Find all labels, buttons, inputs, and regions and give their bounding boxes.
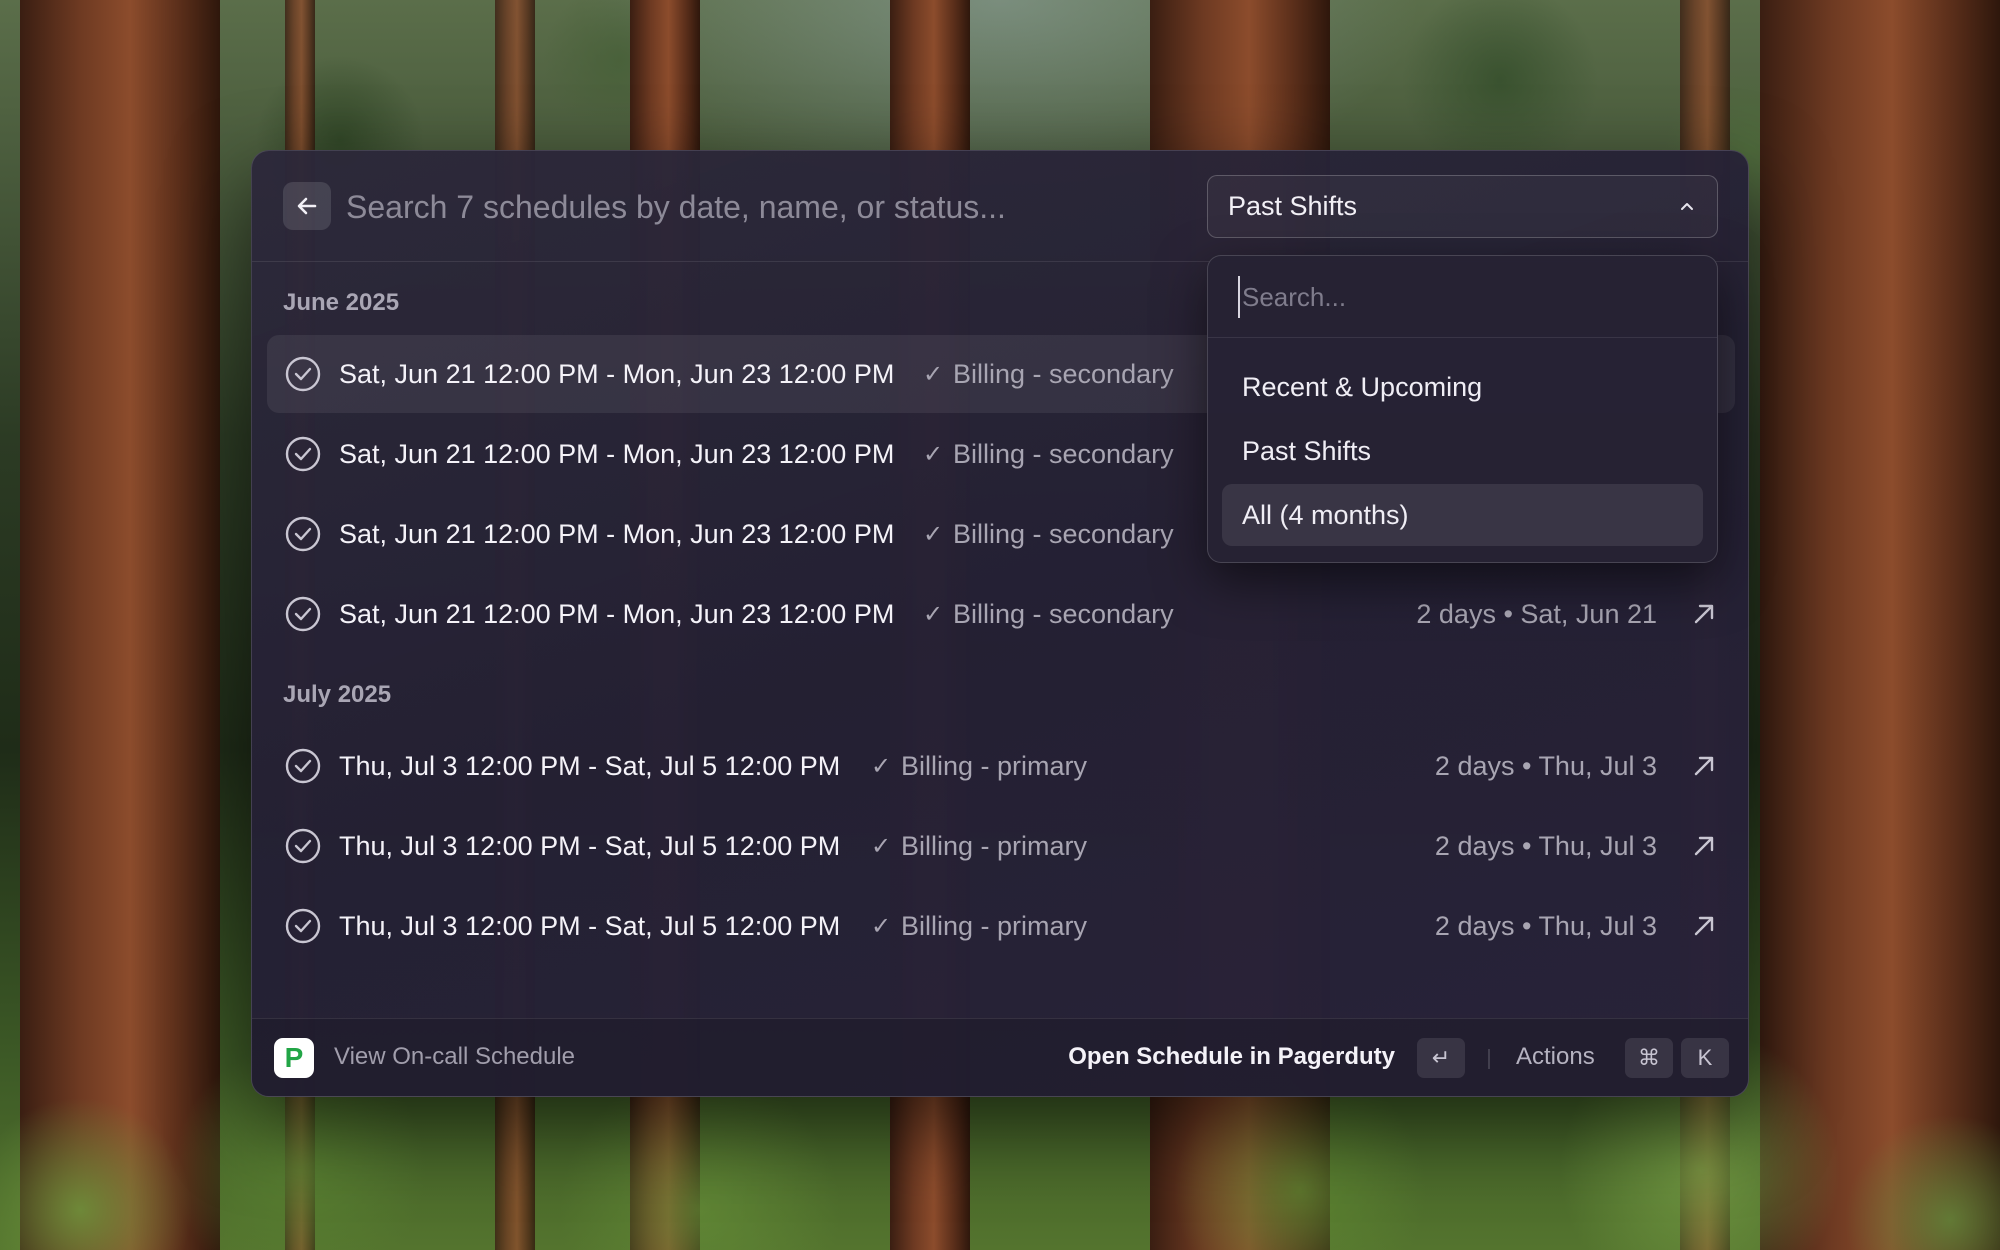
filter-menu-search: [1208, 256, 1717, 338]
arrow-left-icon: [297, 197, 317, 215]
arrow-up-right-icon[interactable]: [1689, 911, 1719, 941]
shift-date-range: Thu, Jul 3 12:00 PM - Sat, Jul 5 12:00 P…: [339, 750, 841, 781]
schedule-search-input[interactable]: [346, 179, 1066, 235]
command-key-icon: ⌘: [1625, 1038, 1673, 1078]
shift-duration: 2 days • Sat, Jun 21: [1416, 598, 1657, 629]
footer-divider: [1488, 1049, 1490, 1069]
check-circle-icon: [285, 908, 321, 944]
schedule-name: Billing - secondary: [953, 518, 1174, 549]
filter-search-input[interactable]: [1238, 276, 1688, 318]
section-title-june: June 2025: [283, 289, 400, 316]
status-check-icon: ✓: [923, 360, 944, 388]
filter-option-past-shifts[interactable]: Past Shifts: [1222, 420, 1703, 482]
shift-filter-dropdown[interactable]: Past Shifts: [1207, 175, 1718, 238]
schedule-row[interactable]: Thu, Jul 3 12:00 PM - Sat, Jul 5 12:00 P…: [267, 807, 1735, 885]
filter-option-recent-upcoming[interactable]: Recent & Upcoming: [1222, 356, 1703, 418]
arrow-up-right-icon[interactable]: [1689, 599, 1719, 629]
schedule-name: Billing - primary: [901, 910, 1088, 941]
actions-button[interactable]: Actions: [1516, 1043, 1595, 1071]
schedule-name: Billing - secondary: [953, 438, 1174, 469]
schedule-row[interactable]: Thu, Jul 3 12:00 PM - Sat, Jul 5 12:00 P…: [267, 727, 1735, 805]
shift-filter-value: Past Shifts: [1228, 191, 1358, 221]
status-check-icon: ✓: [923, 600, 944, 628]
check-circle-icon: [285, 748, 321, 784]
shift-duration: 2 days • Thu, Jul 3: [1434, 910, 1657, 941]
shift-date-range: Thu, Jul 3 12:00 PM - Sat, Jul 5 12:00 P…: [339, 830, 841, 861]
status-check-icon: ✓: [871, 752, 892, 780]
shift-duration: 2 days • Thu, Jul 3: [1434, 830, 1657, 861]
shift-date-range: Sat, Jun 21 12:00 PM - Mon, Jun 23 12:00…: [339, 438, 895, 469]
status-check-icon: ✓: [923, 520, 944, 548]
shift-date-range: Thu, Jul 3 12:00 PM - Sat, Jul 5 12:00 P…: [339, 910, 841, 941]
pagerduty-app-icon: P: [274, 1038, 314, 1078]
shift-duration: 2 days • Thu, Jul 3: [1434, 750, 1657, 781]
k-key-icon: K: [1681, 1038, 1729, 1078]
status-check-icon: ✓: [871, 832, 892, 860]
back-button[interactable]: [283, 182, 331, 230]
shift-date-range: Sat, Jun 21 12:00 PM - Mon, Jun 23 12:00…: [339, 518, 895, 549]
check-circle-icon: [285, 828, 321, 864]
check-circle-icon: [285, 436, 321, 472]
check-circle-icon: [285, 596, 321, 632]
shift-date-range: Sat, Jun 21 12:00 PM - Mon, Jun 23 12:00…: [339, 598, 895, 629]
shift-filter-menu: Recent & Upcoming Past Shifts All (4 mon…: [1207, 255, 1718, 563]
schedule-name: Billing - primary: [901, 750, 1088, 781]
filter-option-all-months[interactable]: All (4 months): [1222, 484, 1703, 546]
check-circle-icon: [285, 516, 321, 552]
shift-date-range: Sat, Jun 21 12:00 PM - Mon, Jun 23 12:00…: [339, 358, 895, 389]
schedule-name: Billing - secondary: [953, 598, 1174, 629]
schedule-name: Billing - primary: [901, 830, 1088, 861]
schedule-row[interactable]: Sat, Jun 21 12:00 PM - Mon, Jun 23 12:00…: [267, 575, 1735, 653]
check-circle-icon: [285, 356, 321, 392]
arrow-up-right-icon[interactable]: [1689, 751, 1719, 781]
section-title-july: July 2025: [283, 681, 392, 708]
chevron-up-icon: [1677, 197, 1697, 217]
status-check-icon: ✓: [871, 912, 892, 940]
open-in-pagerduty-button[interactable]: Open Schedule in Pagerduty: [1068, 1043, 1395, 1071]
footer-title: View On-call Schedule: [334, 1043, 576, 1070]
action-bar: P View On-call Schedule Open Schedule in…: [252, 1018, 1748, 1096]
schedule-name: Billing - secondary: [953, 358, 1174, 389]
arrow-up-right-icon[interactable]: [1689, 831, 1719, 861]
panel-header: Past Shifts: [252, 151, 1748, 262]
return-key-icon: ↵: [1417, 1038, 1465, 1078]
schedule-row[interactable]: Thu, Jul 3 12:00 PM - Sat, Jul 5 12:00 P…: [267, 887, 1735, 965]
status-check-icon: ✓: [923, 440, 944, 468]
